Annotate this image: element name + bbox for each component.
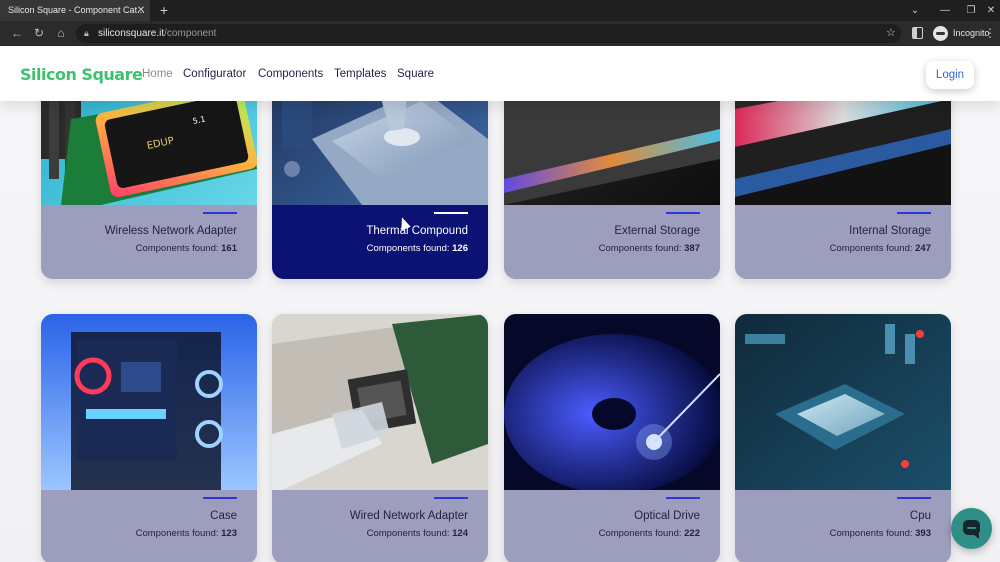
pc-case-image (41, 314, 257, 490)
card-footer: Case Components found: 123 (41, 490, 257, 562)
accent-line (666, 497, 700, 499)
card-footer: Cpu Components found: 393 (735, 490, 951, 562)
accent-line (203, 212, 237, 214)
chat-button[interactable] (951, 508, 992, 549)
card-title: Wired Network Adapter (349, 510, 468, 522)
back-icon[interactable]: ← (8, 21, 26, 46)
card-footer: External Storage Components found: 387 (504, 205, 720, 279)
card-count: Components found: 126 (366, 243, 468, 254)
card-count: Components found: 247 (829, 243, 931, 254)
site-header: Silicon Square Home Configurator Compone… (0, 46, 1000, 101)
card-title: Cpu (909, 510, 931, 522)
card-count: Components found: 124 (366, 528, 468, 539)
lock-icon: 🔒︎ (84, 28, 89, 38)
accent-line (897, 212, 931, 214)
card-footer: Thermal Compound Components found: 126 (272, 205, 488, 279)
login-button[interactable]: Login (926, 61, 974, 89)
star-icon[interactable]: ☆ (886, 24, 896, 43)
tab-search-icon[interactable]: ⌄ (906, 0, 924, 21)
browser-toolbar: ← ↻ ⌂ 🔒︎ siliconsquare.it/component ☆ In… (0, 21, 1000, 46)
cpu-image (735, 314, 951, 490)
card-footer: Wireless Network Adapter Components foun… (41, 205, 257, 279)
accent-line (666, 212, 700, 214)
card-title: Thermal Compound (366, 225, 468, 237)
category-card[interactable]: Cpu Components found: 393 (735, 314, 951, 562)
nav-components[interactable]: Components (258, 68, 323, 80)
restore-icon[interactable]: ❐ (962, 0, 980, 21)
accent-line (897, 497, 931, 499)
nav-home[interactable]: Home (142, 68, 173, 80)
page-viewport: EDUP 5.1 Wireless Network Adapter Compon… (0, 46, 1000, 562)
category-card[interactable]: Wired Network Adapter Components found: … (272, 314, 488, 562)
chat-icon (963, 520, 980, 539)
browser-tab-bar: Silicon Square - Component Cat... ✕ + ⌄ … (0, 0, 1000, 21)
card-title: External Storage (614, 225, 700, 237)
accent-line (203, 497, 237, 499)
minimize-icon[interactable]: — (936, 0, 954, 21)
card-title: Case (210, 510, 237, 522)
card-footer: Optical Drive Components found: 222 (504, 490, 720, 562)
card-title: Wireless Network Adapter (104, 225, 237, 237)
card-title: Optical Drive (634, 510, 700, 522)
site-logo[interactable]: Silicon Square (20, 64, 143, 86)
card-footer: Wired Network Adapter Components found: … (272, 490, 488, 562)
menu-icon[interactable]: ⋮ (984, 21, 996, 46)
accent-line (434, 212, 468, 214)
card-count: Components found: 123 (135, 528, 237, 539)
nav-square[interactable]: Square (397, 68, 434, 80)
browser-tab[interactable]: Silicon Square - Component Cat... (0, 0, 150, 21)
incognito-icon[interactable] (933, 26, 948, 41)
card-count: Components found: 387 (598, 243, 700, 254)
nav-configurator[interactable]: Configurator (183, 68, 246, 80)
card-count: Components found: 393 (829, 528, 931, 539)
bluray-disc-image (504, 314, 720, 490)
tab-close-icon[interactable]: ✕ (135, 0, 147, 21)
card-count: Components found: 222 (598, 528, 700, 539)
reload-icon[interactable]: ↻ (30, 21, 48, 46)
ethernet-image (272, 314, 488, 490)
new-tab-icon[interactable]: + (156, 0, 172, 21)
accent-line (434, 497, 468, 499)
nav-templates[interactable]: Templates (334, 68, 386, 80)
address-bar[interactable]: 🔒︎ siliconsquare.it/component ☆ (76, 24, 901, 43)
home-icon[interactable]: ⌂ (52, 21, 70, 46)
url-text: siliconsquare.it/component (98, 28, 217, 39)
card-footer: Internal Storage Components found: 247 (735, 205, 951, 279)
category-card[interactable]: Optical Drive Components found: 222 (504, 314, 720, 562)
side-panel-icon[interactable] (912, 27, 923, 39)
category-card[interactable]: Case Components found: 123 (41, 314, 257, 562)
close-window-icon[interactable]: ✕ (982, 0, 1000, 21)
tab-title: Silicon Square - Component Cat... (8, 5, 145, 15)
card-title: Internal Storage (849, 225, 931, 237)
card-count: Components found: 161 (135, 243, 237, 254)
